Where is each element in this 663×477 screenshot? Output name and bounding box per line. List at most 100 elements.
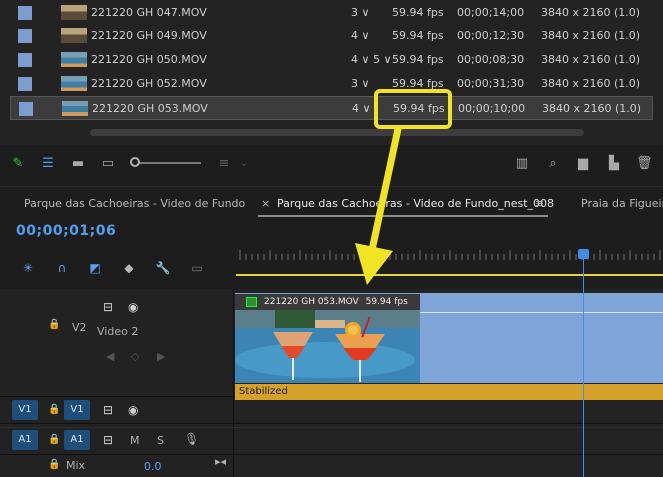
tab-menu-icon[interactable]: ≡ <box>535 197 544 210</box>
clip-thumbnail-icon <box>61 28 87 43</box>
target-v1[interactable]: V1 <box>64 400 90 420</box>
audio-channels[interactable]: 4 ∨ <box>351 29 370 42</box>
clear-icon[interactable]: 🗑 <box>636 156 653 172</box>
playhead-timecode[interactable]: 00;00;01;06 <box>16 223 116 239</box>
media-duration: 00;00;08;30 <box>457 53 525 66</box>
tab-sequence-1[interactable]: Parque das Cachoeiras - Video de Fundo <box>24 197 245 210</box>
lock-icon[interactable]: 🔒 <box>48 460 60 470</box>
bin-row[interactable]: 221220 GH 049.MOV 4 ∨ 59.94 fps 00;00;12;30… <box>10 24 653 48</box>
playhead-line[interactable] <box>583 253 584 477</box>
project-bin: 221220 GH 047.MOV 3 ∨ 59.94 fps 00;00;14;00… <box>0 0 663 145</box>
lock-icon[interactable]: 🔒 <box>48 405 60 415</box>
add-marker-icon[interactable]: ◆ <box>121 260 137 276</box>
bin-row[interactable]: 221220 GH 052.MOV 3 ∨ 59.94 fps 00;00;31;30… <box>10 72 653 96</box>
tab-close-icon[interactable]: × <box>261 197 270 210</box>
clip-name: 221220 GH 050.MOV <box>91 53 207 66</box>
effect-bar <box>235 384 663 400</box>
clip-name: 221220 GH 053.MOV <box>264 297 359 307</box>
time-ruler[interactable] <box>236 248 663 278</box>
clip-label: 221220 GH 053.MOV 59.94 fps <box>264 297 408 307</box>
new-bin-icon[interactable]: ▆ <box>575 156 591 172</box>
chevron-down-icon[interactable]: ⌄ <box>236 156 252 172</box>
frame-rate: 59.94 fps <box>392 6 444 19</box>
ruler-ticks <box>239 250 661 260</box>
go-to-end-icon[interactable]: ▸◂ <box>215 455 226 468</box>
toggle-sync-lock-icon[interactable]: ⊟ <box>103 404 117 416</box>
clip-name: 221220 GH 052.MOV <box>91 77 207 90</box>
freeform-view-icon[interactable]: ▭ <box>100 156 116 172</box>
frame-rate: 59.94 fps <box>392 53 444 66</box>
bin-horizontal-scrollbar[interactable] <box>90 129 584 136</box>
lock-icon[interactable]: 🔒 <box>48 320 60 330</box>
solo-track-button[interactable]: S <box>157 434 164 447</box>
sort-icon[interactable]: ≡ <box>216 156 232 172</box>
clip-name: 221220 GH 049.MOV <box>91 29 207 42</box>
target-a1[interactable]: A1 <box>64 430 90 450</box>
add-keyframe-icon[interactable]: ◇ <box>131 350 139 363</box>
cocktail-thumbnail-image <box>235 310 420 383</box>
tab-sequence-2[interactable]: Parque das Cachoeiras - Video de Fundo_n… <box>277 197 554 210</box>
clip-fps: 59.94 fps <box>365 297 408 307</box>
annotation-arrow <box>355 125 402 285</box>
clip-thumbnail-icon <box>61 52 87 67</box>
work-area-bar[interactable] <box>236 274 663 276</box>
clip-name: 221220 GH 053.MOV <box>92 102 208 115</box>
track-separator <box>0 454 663 455</box>
label-color-swatch <box>19 102 33 116</box>
source-patch-v1[interactable]: V1 <box>12 400 38 420</box>
captions-icon[interactable]: ▭ <box>189 260 205 276</box>
list-view-icon[interactable]: ☰ <box>40 156 56 172</box>
playhead-handle[interactable] <box>578 249 589 259</box>
audio-channels[interactable]: 3 ∨ <box>351 6 370 19</box>
track-name-video2: Video 2 <box>97 325 139 338</box>
label-color-swatch <box>18 29 32 43</box>
snap-icon[interactable]: ∩ <box>54 260 70 276</box>
zoom-slider-handle[interactable] <box>130 157 140 167</box>
label-color-swatch <box>18 77 32 91</box>
frame-rate: 59.94 fps <box>392 29 444 42</box>
toggle-track-output-icon[interactable]: ◉ <box>128 301 142 313</box>
new-item-icon[interactable]: ▙ <box>606 156 622 172</box>
clip-thumbnail-icon <box>62 101 88 116</box>
media-duration: 00;00;31;30 <box>457 77 525 90</box>
clip-thumbnail-icon <box>61 5 87 20</box>
nest-sequence-icon[interactable]: ✳ <box>20 260 36 276</box>
mix-volume-value[interactable]: 0.0 <box>144 460 162 473</box>
previous-keyframe-icon[interactable]: ◀ <box>106 350 114 363</box>
bin-row[interactable]: 221220 GH 050.MOV 4 ∨ 5 ∨ 59.94 fps 00;00;0… <box>10 48 653 72</box>
audio-channels[interactable]: 4 ∨ <box>352 102 371 115</box>
find-icon[interactable]: ⌕ <box>545 156 561 172</box>
video-resolution: 3840 x 2160 (1.0) <box>541 29 641 42</box>
icon-view-icon[interactable]: ▬ <box>70 156 86 172</box>
microphone-icon[interactable]: 🎙 <box>184 432 199 446</box>
bin-row[interactable]: 221220 GH 053.MOV 4 ∨ 59.94 fps 00;00;10;00… <box>10 96 653 120</box>
automate-to-sequence-icon[interactable]: ▥ <box>514 156 530 172</box>
lock-icon[interactable]: 🔒 <box>48 435 60 445</box>
sequence-tab-bar: Parque das Cachoeiras - Video de Fundo ×… <box>0 186 663 218</box>
label-color-swatch <box>18 6 32 20</box>
fx-badge-icon <box>246 297 257 307</box>
mute-track-button[interactable]: M <box>130 434 140 447</box>
media-duration: 00;00;10;00 <box>458 102 526 115</box>
toggle-sync-lock-icon[interactable]: ⊟ <box>103 301 117 313</box>
bin-row[interactable]: 221220 GH 047.MOV 3 ∨ 59.94 fps 00;00;14;00… <box>10 1 653 25</box>
next-keyframe-icon[interactable]: ▶ <box>157 350 165 363</box>
toggle-track-output-icon[interactable]: ◉ <box>128 404 142 416</box>
timeline-settings-icon[interactable]: 🔧 <box>155 260 171 276</box>
clip-opacity-line[interactable] <box>420 312 663 313</box>
audio-channels[interactable]: 4 ∨ 5 ∨ <box>351 53 392 66</box>
zoom-slider[interactable] <box>133 162 201 164</box>
fps-highlight-box <box>374 89 452 129</box>
track-separator <box>0 427 663 428</box>
toggle-sync-lock-icon[interactable]: ⊟ <box>103 434 117 446</box>
media-duration: 00;00;12;30 <box>457 29 525 42</box>
pencil-icon[interactable]: ✎ <box>10 156 26 172</box>
source-patch-a1[interactable]: A1 <box>12 430 38 450</box>
audio-channels[interactable]: 3 ∨ <box>351 77 370 90</box>
linked-selection-icon[interactable]: ◩ <box>87 260 103 276</box>
video-resolution: 3840 x 2160 (1.0) <box>541 6 641 19</box>
mix-label: Mix <box>66 459 86 472</box>
track-label-v2[interactable]: V2 <box>72 321 87 334</box>
tab-sequence-3[interactable]: Praia da Figueira <box>581 197 663 210</box>
clip-thumbnail-icon <box>61 76 87 91</box>
